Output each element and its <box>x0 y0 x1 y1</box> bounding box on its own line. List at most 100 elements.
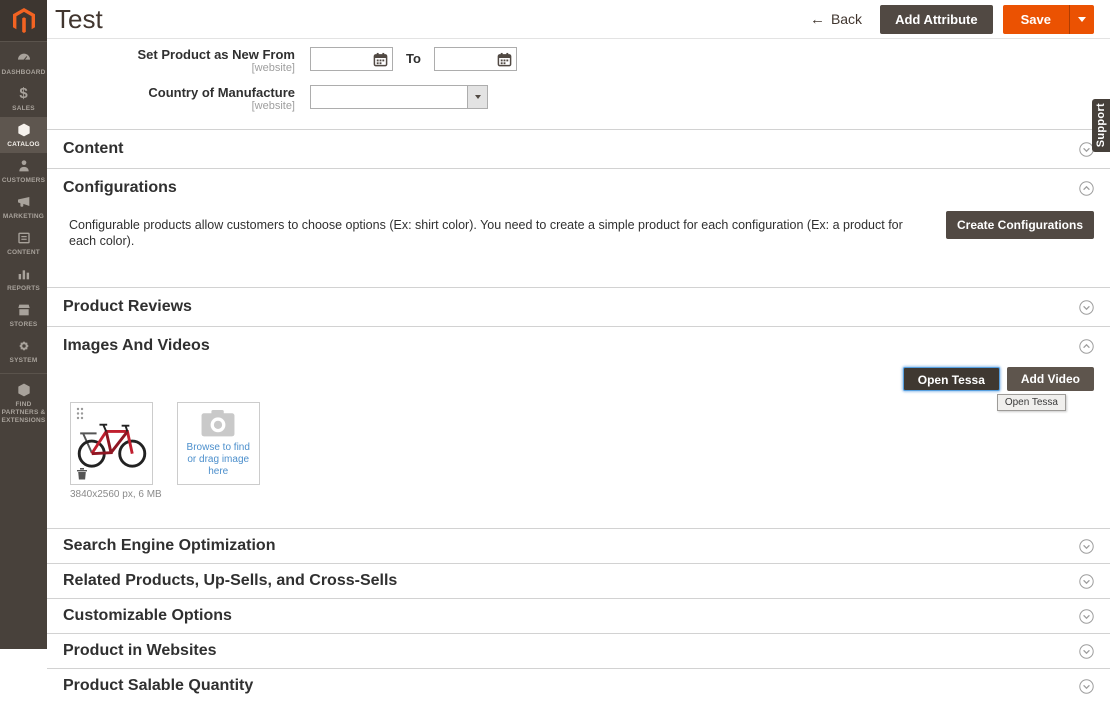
chevron-down-circle-icon[interactable] <box>1079 300 1094 315</box>
select-arrow-button[interactable] <box>467 86 487 108</box>
section-salable-header[interactable]: Product Salable Quantity <box>47 669 1110 703</box>
section-seo: Search Engine Optimization <box>47 528 1110 563</box>
section-product-reviews: Product Reviews <box>47 287 1110 326</box>
sidebar-item-stores[interactable]: STORES <box>0 297 47 333</box>
magento-logo[interactable] <box>0 0 47 42</box>
sidebar-item-label: SALES <box>12 105 35 113</box>
sidebar-item-sales[interactable]: $ SALES <box>0 81 47 117</box>
chevron-up-circle-icon[interactable] <box>1079 181 1094 196</box>
sidebar-item-content[interactable]: CONTENT <box>0 225 47 261</box>
chevron-down-icon <box>475 95 481 99</box>
sidebar-item-label: FIND PARTNERS & EXTENSIONS <box>1 401 46 425</box>
support-tab[interactable]: Support <box>1092 99 1110 152</box>
chevron-down-circle-icon[interactable] <box>1079 539 1094 554</box>
sales-icon: $ <box>19 86 27 102</box>
sidebar-item-label: STORES <box>10 321 38 329</box>
field-label-block: Set Product as New From [website] <box>47 47 310 75</box>
calendar-icon <box>497 52 512 67</box>
country-label: Country of Manufacture <box>47 85 295 100</box>
main-content: Test ← Back Add Attribute Save Set Produ… <box>47 0 1110 703</box>
section-product-reviews-header[interactable]: Product Reviews <box>47 288 1110 326</box>
section-title: Related Products, Up-Sells, and Cross-Se… <box>63 572 397 590</box>
to-label: To <box>406 47 421 71</box>
sidebar-item-label: DASHBOARD <box>1 69 45 77</box>
image-cards-row: 3840x2560 px, 6 MB Browse to find or dra… <box>69 402 1094 500</box>
section-configurations-header[interactable]: Configurations <box>47 169 1110 207</box>
section-related-header[interactable]: Related Products, Up-Sells, and Cross-Se… <box>47 564 1110 598</box>
image-size-caption: 3840x2560 px, 6 MB <box>70 489 162 500</box>
section-title: Product Salable Quantity <box>63 677 253 695</box>
chevron-down-circle-icon[interactable] <box>1079 679 1094 694</box>
country-select[interactable] <box>310 85 488 109</box>
system-icon <box>16 338 32 354</box>
sidebar-item-find-partners[interactable]: FIND PARTNERS & EXTENSIONS <box>0 373 47 429</box>
support-tab-label: Support <box>1095 103 1107 147</box>
back-label: Back <box>831 11 862 27</box>
section-images-and-videos: Images And Videos Open Tessa Add Video O… <box>47 326 1110 528</box>
field-label-block: Country of Manufacture [website] <box>47 85 310 113</box>
form-row-country: Country of Manufacture [website] <box>47 85 1094 113</box>
set-new-from-date-input[interactable] <box>310 47 393 71</box>
dashboard-icon <box>16 50 32 66</box>
section-customizable-header[interactable]: Customizable Options <box>47 599 1110 633</box>
configurations-description: Configurable products allow customers to… <box>69 211 922 249</box>
save-dropdown-toggle[interactable] <box>1069 5 1094 34</box>
admin-sidebar: DASHBOARD $ SALES CATALOG CUSTOMERS MARK… <box>0 0 47 649</box>
section-content: Content <box>47 129 1110 168</box>
section-customizable-options: Customizable Options <box>47 598 1110 633</box>
set-new-from-label: Set Product as New From <box>47 47 295 62</box>
create-configurations-button[interactable]: Create Configurations <box>946 211 1094 239</box>
sidebar-item-label: CONTENT <box>7 249 40 257</box>
set-new-to-date-input[interactable] <box>434 47 517 71</box>
partners-extensions-icon <box>16 382 32 398</box>
sidebar-item-customers[interactable]: CUSTOMERS <box>0 153 47 189</box>
section-images-header[interactable]: Images And Videos <box>47 327 1110 365</box>
image-upload-dropzone[interactable]: Browse to find or drag image here <box>177 402 260 485</box>
chevron-down-circle-icon[interactable] <box>1079 644 1094 659</box>
chevron-up-circle-icon[interactable] <box>1079 339 1094 354</box>
back-button[interactable]: ← Back <box>810 11 862 27</box>
media-buttons: Open Tessa Add Video <box>69 367 1094 391</box>
section-websites-header[interactable]: Product in Websites <box>47 634 1110 668</box>
set-new-from-scope: [website] <box>47 62 295 75</box>
section-content-header[interactable]: Content <box>47 130 1110 168</box>
add-attribute-button[interactable]: Add Attribute <box>880 5 993 34</box>
sidebar-item-label: SYSTEM <box>10 357 38 365</box>
upload-placeholder-text: Browse to find or drag image here <box>182 442 254 478</box>
image-card-wrapper: 3840x2560 px, 6 MB <box>70 402 162 500</box>
admin-menu: DASHBOARD $ SALES CATALOG CUSTOMERS MARK… <box>0 42 47 429</box>
section-product-in-websites: Product in Websites <box>47 633 1110 668</box>
back-arrow-icon: ← <box>810 12 825 27</box>
product-bike-image <box>77 417 147 471</box>
camera-icon <box>197 410 239 438</box>
marketing-icon <box>16 194 32 210</box>
delete-image-icon[interactable] <box>76 467 88 480</box>
section-title: Images And Videos <box>63 337 210 355</box>
sidebar-item-reports[interactable]: REPORTS <box>0 261 47 297</box>
stores-icon <box>16 302 32 318</box>
sidebar-item-system[interactable]: SYSTEM <box>0 333 47 369</box>
images-body: Open Tessa Add Video Open Tessa <box>47 365 1110 528</box>
magento-logo-icon <box>11 8 37 34</box>
product-image-card[interactable] <box>70 402 153 485</box>
sidebar-item-label: CATALOG <box>7 141 40 149</box>
open-tessa-button[interactable]: Open Tessa <box>903 367 1000 391</box>
product-form: Set Product as New From [website] To <box>47 39 1110 129</box>
section-title: Product Reviews <box>63 298 192 316</box>
save-split-button: Save <box>1003 5 1094 34</box>
chevron-down-circle-icon[interactable] <box>1079 574 1094 589</box>
catalog-icon <box>16 122 32 138</box>
sidebar-item-dashboard[interactable]: DASHBOARD <box>0 45 47 81</box>
section-title: Configurations <box>63 179 177 197</box>
reports-icon <box>16 266 32 282</box>
sidebar-item-catalog[interactable]: CATALOG <box>0 117 47 153</box>
save-button[interactable]: Save <box>1003 5 1069 34</box>
sidebar-item-marketing[interactable]: MARKETING <box>0 189 47 225</box>
chevron-down-circle-icon[interactable] <box>1079 609 1094 624</box>
drag-handle-icon[interactable] <box>76 407 84 420</box>
page-header: Test ← Back Add Attribute Save <box>47 0 1110 39</box>
section-seo-header[interactable]: Search Engine Optimization <box>47 529 1110 563</box>
add-video-button[interactable]: Add Video <box>1007 367 1094 391</box>
section-title: Product in Websites <box>63 642 217 660</box>
section-related-products: Related Products, Up-Sells, and Cross-Se… <box>47 563 1110 598</box>
